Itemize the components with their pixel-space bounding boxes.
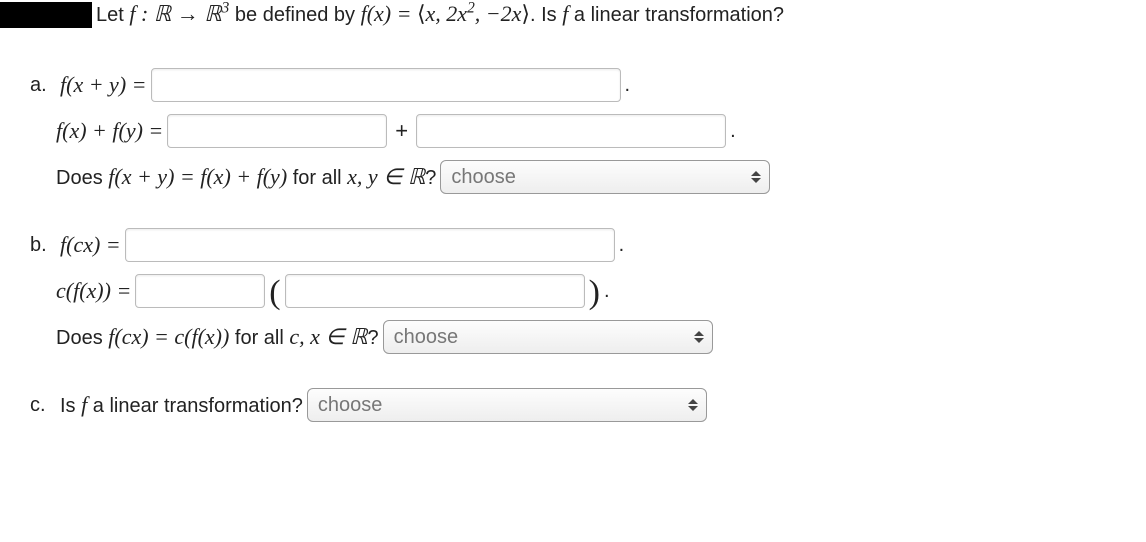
period: . (625, 74, 631, 97)
fcx-input[interactable] (125, 228, 615, 262)
redaction-box (0, 2, 92, 28)
part-a-question: Does f(x + y) = f(x) + f(y) for all x, y… (56, 164, 436, 190)
close-paren: ) (589, 276, 600, 310)
part-c-select[interactable]: choose (307, 388, 707, 422)
stepper-icon (686, 395, 700, 415)
part-c: c. Is f a linear transformation? choose (30, 388, 1146, 422)
part-a-lhs2: f(x) + f(y) = (56, 118, 163, 144)
part-b-marker: b. (30, 234, 56, 257)
part-c-marker: c. (30, 394, 56, 417)
select-placeholder: choose (394, 326, 459, 349)
problem-prompt: Let f : ℝ → ℝ3 be defined by f(x) = ⟨x, … (96, 1, 784, 27)
open-paren: ( (269, 276, 280, 310)
period: . (619, 234, 625, 257)
fy-input[interactable] (416, 114, 726, 148)
fx-input[interactable] (167, 114, 387, 148)
part-c-question: Is f a linear transformation? (60, 392, 303, 418)
period: . (604, 280, 610, 303)
part-a-lhs1: f(x + y) = (60, 72, 147, 98)
select-placeholder: choose (451, 166, 516, 189)
part-b-lhs2: c(f(x)) = (56, 278, 131, 304)
stepper-icon (692, 327, 706, 347)
stepper-icon (749, 167, 763, 187)
part-a-select[interactable]: choose (440, 160, 770, 194)
c-input[interactable] (135, 274, 265, 308)
part-b-select[interactable]: choose (383, 320, 713, 354)
period: . (730, 120, 736, 143)
select-placeholder: choose (318, 394, 383, 417)
part-b: b. f(cx) = . c(f(x)) = ( ). Does f(cx) =… (30, 228, 1146, 354)
plus-sign: + (391, 118, 412, 144)
fxy-input[interactable] (151, 68, 621, 102)
part-b-lhs1: f(cx) = (60, 232, 121, 258)
part-b-question: Does f(cx) = c(f(x)) for all c, x ∈ ℝ? (56, 324, 379, 350)
part-a: a. f(x + y) = . f(x) + f(y) = + . Does f… (30, 68, 1146, 194)
fx-inner-input[interactable] (285, 274, 585, 308)
part-a-marker: a. (30, 74, 56, 97)
